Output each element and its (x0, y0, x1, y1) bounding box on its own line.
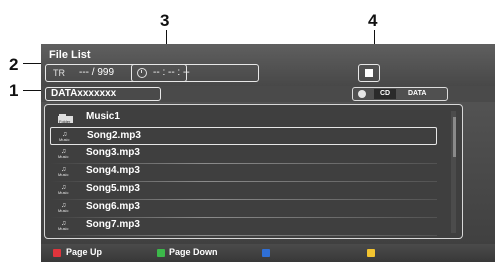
red-key-icon (53, 249, 61, 257)
item-label: Song2.mp3 (87, 130, 141, 141)
elapsed-time-display: -- : -- : -- (153, 67, 190, 78)
callout-number-4: 4 (368, 11, 378, 30)
file-row[interactable]: ♫ Music Song3.mp3 (50, 145, 437, 164)
page-up-label: Page Up (66, 247, 103, 257)
current-folder-name: DATAxxxxxxx (51, 88, 117, 99)
music-icon: ♫ Music (58, 148, 69, 159)
callout-number-1: 1 (9, 81, 19, 100)
music-icon: ♫ Music (58, 184, 69, 195)
file-row[interactable]: ♫ Music Song2.mp3 (50, 127, 437, 145)
color-key-bar: Page Up Page Down (41, 244, 495, 262)
item-label: Song3.mp3 (86, 147, 140, 158)
file-list: Folder Music1 ♫ Music Song2.mp3 ♫ Music Song3.m… (44, 104, 463, 239)
header-bar: File List TR --- / 999 -- : -- : -- (41, 44, 495, 86)
green-key-icon (157, 249, 165, 257)
file-list-screen: File List TR --- / 999 -- : -- : -- DATA… (41, 44, 495, 262)
yellow-key-icon (367, 249, 375, 257)
callout-number-2: 2 (9, 55, 19, 74)
item-label: Song7.mp3 (86, 219, 140, 230)
callout-number-3: 3 (160, 11, 170, 30)
screen-title: File List (49, 49, 91, 61)
disc-type-label: CD (374, 89, 396, 99)
item-label: Song4.mp3 (86, 165, 140, 176)
music-icon: ♫ Music (58, 202, 69, 213)
file-row[interactable]: ♫ Music Song5.mp3 (50, 181, 437, 200)
music-icon: ♫ Music (58, 166, 69, 177)
page-down-label: Page Down (169, 247, 218, 257)
data-type-label: DATA (408, 90, 427, 97)
item-label: Song5.mp3 (86, 183, 140, 194)
file-row[interactable]: ♫ Music Song4.mp3 (50, 163, 437, 182)
blue-key-icon (262, 249, 270, 257)
clock-icon (137, 68, 147, 78)
file-row[interactable]: ♫ Music Song6.mp3 (50, 199, 437, 218)
folder-bar: DATAxxxxxxx CD DATA (41, 86, 495, 102)
file-row[interactable]: ♫ Music Song7.mp3 (50, 217, 437, 236)
track-number-display: --- / 999 (79, 67, 115, 78)
item-label: Song6.mp3 (86, 201, 140, 212)
elapsed-time-box (131, 64, 259, 82)
media-type-indicator: CD DATA (352, 87, 448, 101)
disc-icon (358, 90, 366, 98)
row-divider (50, 235, 437, 236)
stop-icon (365, 69, 373, 77)
track-label: TR (53, 68, 65, 78)
music-icon: ♫ Music (58, 220, 69, 231)
folder-row[interactable]: Folder Music1 (50, 109, 437, 128)
music-icon: ♫ Music (59, 131, 70, 142)
scrollbar-thumb[interactable] (453, 117, 456, 157)
item-label: Music1 (86, 111, 120, 122)
folder-icon: Folder (58, 113, 74, 124)
